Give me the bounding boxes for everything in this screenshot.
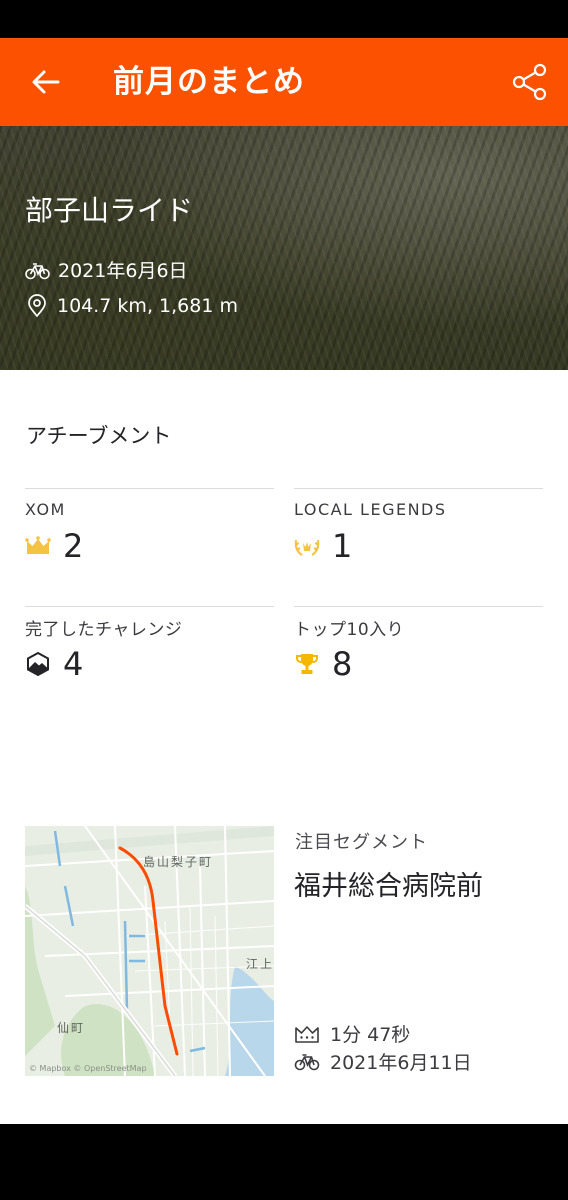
stat-top10: トップ10入り 8 (294, 606, 543, 706)
featured-segment-label: 注目セグメント (295, 832, 428, 853)
stat-xom: XOM 2 (25, 488, 274, 588)
map-label: 江上 (246, 957, 274, 971)
segment-time-row: 1分 47秒 (294, 1020, 410, 1047)
stat-local-legends: LOCAL LEGENDS 1 (294, 488, 543, 588)
map-label: 仙町 (57, 1021, 85, 1035)
stat-label: XOM (25, 500, 66, 519)
share-icon (512, 63, 547, 101)
stat-value: 4 (63, 645, 84, 683)
stat-value: 8 (332, 645, 353, 683)
hero-overlay (0, 126, 568, 370)
bike-icon (294, 1053, 320, 1070)
activity-date: 2021年6月6日 (58, 260, 188, 282)
stat-value-row: 1 (294, 527, 352, 565)
system-nav-bar (0, 1124, 568, 1200)
map-label: 島山梨子町 (143, 854, 213, 869)
stat-label: LOCAL LEGENDS (294, 500, 447, 519)
stat-label: 完了したチャレンジ (25, 620, 183, 640)
activity-name: 部子山ライド (25, 194, 194, 227)
summary-content: アチーブメント XOM 2 LOCAL LEGENDS 1 完了したチャレンジ … (0, 370, 568, 1124)
featured-segment-name[interactable]: 福井総合病院前 (294, 864, 483, 903)
status-bar (0, 0, 568, 38)
laurel-icon (294, 533, 320, 559)
stat-label: トップ10入り (294, 620, 405, 640)
activity-distance-row: 104.7 km, 1,681 m (25, 293, 238, 319)
stat-value-row: 4 (25, 645, 83, 683)
segment-time: 1分 47秒 (330, 1024, 411, 1046)
activity-date-row: 2021年6月6日 (25, 258, 188, 284)
segment-map-graphic: 島山梨子町 江上 仙町 (25, 826, 274, 1076)
map-attribution: © Mapbox © OpenStreetMap (29, 1064, 147, 1073)
page-title: 前月のまとめ (113, 64, 305, 100)
trophy-icon (294, 651, 320, 677)
stat-value: 2 (63, 527, 84, 565)
crown-icon (25, 533, 51, 559)
back-button[interactable] (26, 62, 66, 102)
stat-challenges: 完了したチャレンジ 4 (25, 606, 274, 706)
achievements-title: アチーブメント (26, 424, 172, 448)
stat-value-row: 2 (25, 527, 83, 565)
activity-distance-elevation: 104.7 km, 1,681 m (57, 295, 238, 317)
challenge-badge-icon (25, 651, 51, 677)
arrow-left-icon (32, 70, 60, 94)
segment-map[interactable]: 島山梨子町 江上 仙町 © Mapbox © OpenStreetMap (25, 826, 274, 1076)
bike-icon (25, 263, 50, 280)
segment-date: 2021年6月11日 (330, 1052, 472, 1074)
stat-value: 1 (332, 527, 353, 565)
location-pin-icon (28, 294, 46, 318)
segment-date-row: 2021年6月11日 (294, 1048, 472, 1075)
crown-outline-icon (295, 1025, 319, 1043)
stat-value-row: 8 (294, 645, 352, 683)
share-button[interactable] (510, 62, 550, 102)
app-bar: 前月のまとめ (0, 38, 568, 126)
activity-hero[interactable]: 部子山ライド 2021年6月6日 104.7 km, 1,681 m (0, 126, 568, 370)
